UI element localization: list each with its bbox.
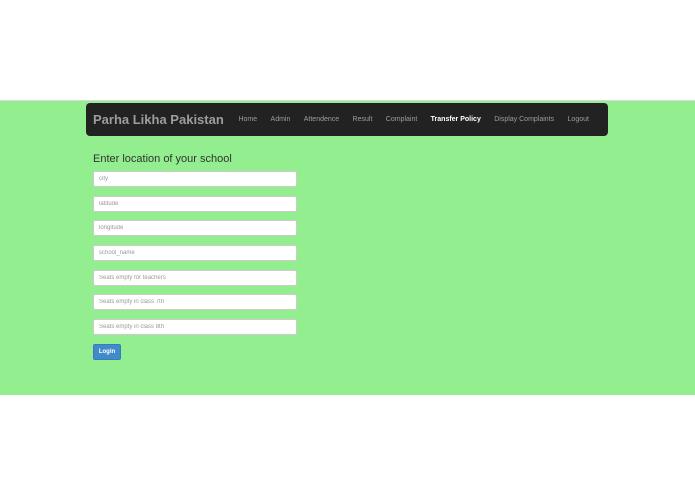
nav-item-attendence[interactable]: Attendence bbox=[297, 116, 346, 123]
seats-class-8th-input[interactable] bbox=[93, 319, 297, 335]
navbar: Parha Likha Pakistan Home Admin Attenden… bbox=[86, 103, 608, 136]
longitude-input[interactable] bbox=[93, 220, 297, 236]
latitude-input[interactable] bbox=[93, 196, 297, 212]
nav-item-result[interactable]: Result bbox=[346, 116, 379, 123]
seats-teachers-input[interactable] bbox=[93, 270, 297, 286]
nav-item-admin[interactable]: Admin bbox=[264, 116, 297, 123]
school-name-input[interactable] bbox=[93, 245, 297, 261]
form-title: Enter location of your school bbox=[93, 153, 232, 165]
login-button[interactable]: Login bbox=[93, 344, 121, 360]
brand-logo[interactable]: Parha Likha Pakistan bbox=[93, 112, 224, 127]
seats-class-7th-input[interactable] bbox=[93, 294, 297, 310]
nav-item-logout[interactable]: Logout bbox=[561, 116, 596, 123]
city-input[interactable] bbox=[93, 171, 297, 187]
nav-item-home[interactable]: Home bbox=[232, 116, 264, 123]
nav-item-transfer-policy[interactable]: Transfer Policy bbox=[424, 116, 488, 123]
page: Parha Likha Pakistan Home Admin Attenden… bbox=[0, 0, 695, 494]
nav-item-complaint[interactable]: Complaint bbox=[379, 116, 424, 123]
nav-item-display-complaints[interactable]: Display Complaints bbox=[488, 116, 561, 123]
